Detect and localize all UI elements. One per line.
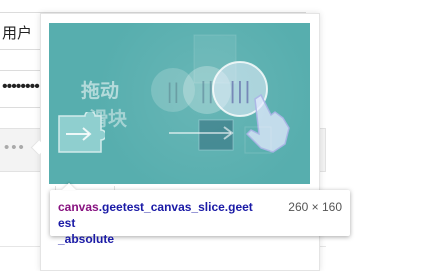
password-masked-text: ••••••••	[2, 78, 40, 95]
captcha-canvas: || || ||| 拖动 滑块	[49, 23, 310, 184]
captcha-slice-piece[interactable]	[57, 112, 105, 156]
element-class-line2: _absolute	[58, 232, 115, 246]
circle-glyph-1: ||	[166, 79, 179, 103]
captcha-illustration: || || ||| 拖动 滑块	[81, 34, 290, 154]
tooltip-caret	[62, 183, 76, 190]
element-tag: canvas	[58, 200, 99, 214]
devtools-inspect-tooltip: canvas.geetest_canvas_slice.geetest _abso…	[50, 183, 350, 246]
element-selector: canvas.geetest_canvas_slice.geetest _abso…	[58, 199, 253, 247]
element-size: 260 × 160	[288, 200, 342, 214]
circle-glyph-2: ||	[200, 79, 215, 104]
canvas-text-drag: 拖动	[81, 79, 119, 102]
slider-handle-dots[interactable]: •••	[4, 139, 26, 156]
circle-glyph-3: |||	[229, 79, 251, 104]
username-text: 用户	[2, 25, 33, 42]
